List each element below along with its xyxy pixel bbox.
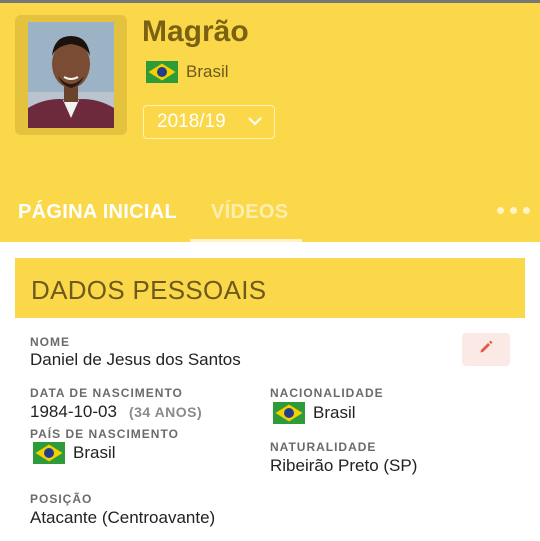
- player-photo-frame: [15, 15, 127, 135]
- more-options-icon[interactable]: [497, 207, 530, 214]
- section-header: DADOS PESSOAIS: [15, 258, 525, 318]
- brazil-flag-icon: [273, 402, 305, 424]
- birth-country: Brasil: [73, 443, 116, 462]
- chevron-down-icon: [246, 112, 264, 136]
- birthdate-value: 1984-10-03 (34 ANOS): [30, 402, 202, 422]
- hometown-label: NATURALIDADE: [270, 440, 377, 454]
- tab-home[interactable]: PÁGINA INICIAL: [18, 201, 177, 224]
- tab-indicator: [190, 239, 302, 242]
- age: (34 ANOS): [128, 404, 203, 420]
- hometown-value: Ribeirão Preto (SP): [270, 456, 418, 475]
- nationality: Brasil: [313, 403, 356, 422]
- season-selector[interactable]: 2018/19: [143, 105, 275, 139]
- player-photo: [28, 22, 114, 128]
- season-value: 2018/19: [157, 111, 226, 132]
- brazil-flag-icon: [146, 61, 178, 83]
- nationality-value: Brasil: [273, 402, 356, 424]
- position-label: POSIÇÃO: [30, 492, 93, 506]
- birth-country-label: PAÍS DE NASCIMENTO: [30, 427, 179, 441]
- country-label: Brasil: [186, 62, 229, 81]
- brazil-flag-icon: [33, 442, 65, 464]
- pencil-icon: [478, 339, 494, 360]
- name-value: Daniel de Jesus dos Santos: [30, 350, 241, 369]
- nationality-label: NACIONALIDADE: [270, 386, 384, 400]
- profile-header: Magrão Brasil 2018/19 PÁGINA INICIAL VÍD…: [0, 0, 540, 242]
- birth-country-value: Brasil: [33, 442, 116, 464]
- position-value: Atacante (Centroavante): [30, 508, 216, 527]
- tab-videos[interactable]: VÍDEOS: [211, 201, 288, 224]
- birthdate-label: DATA DE NASCIMENTO: [30, 386, 183, 400]
- player-name: Magrão: [142, 15, 249, 48]
- birthdate: 1984-10-03: [30, 402, 117, 421]
- name-label: NOME: [30, 335, 70, 349]
- edit-button[interactable]: [462, 333, 510, 366]
- section-title: DADOS PESSOAIS: [31, 275, 267, 305]
- player-country: Brasil: [146, 61, 229, 83]
- top-divider: [0, 0, 540, 3]
